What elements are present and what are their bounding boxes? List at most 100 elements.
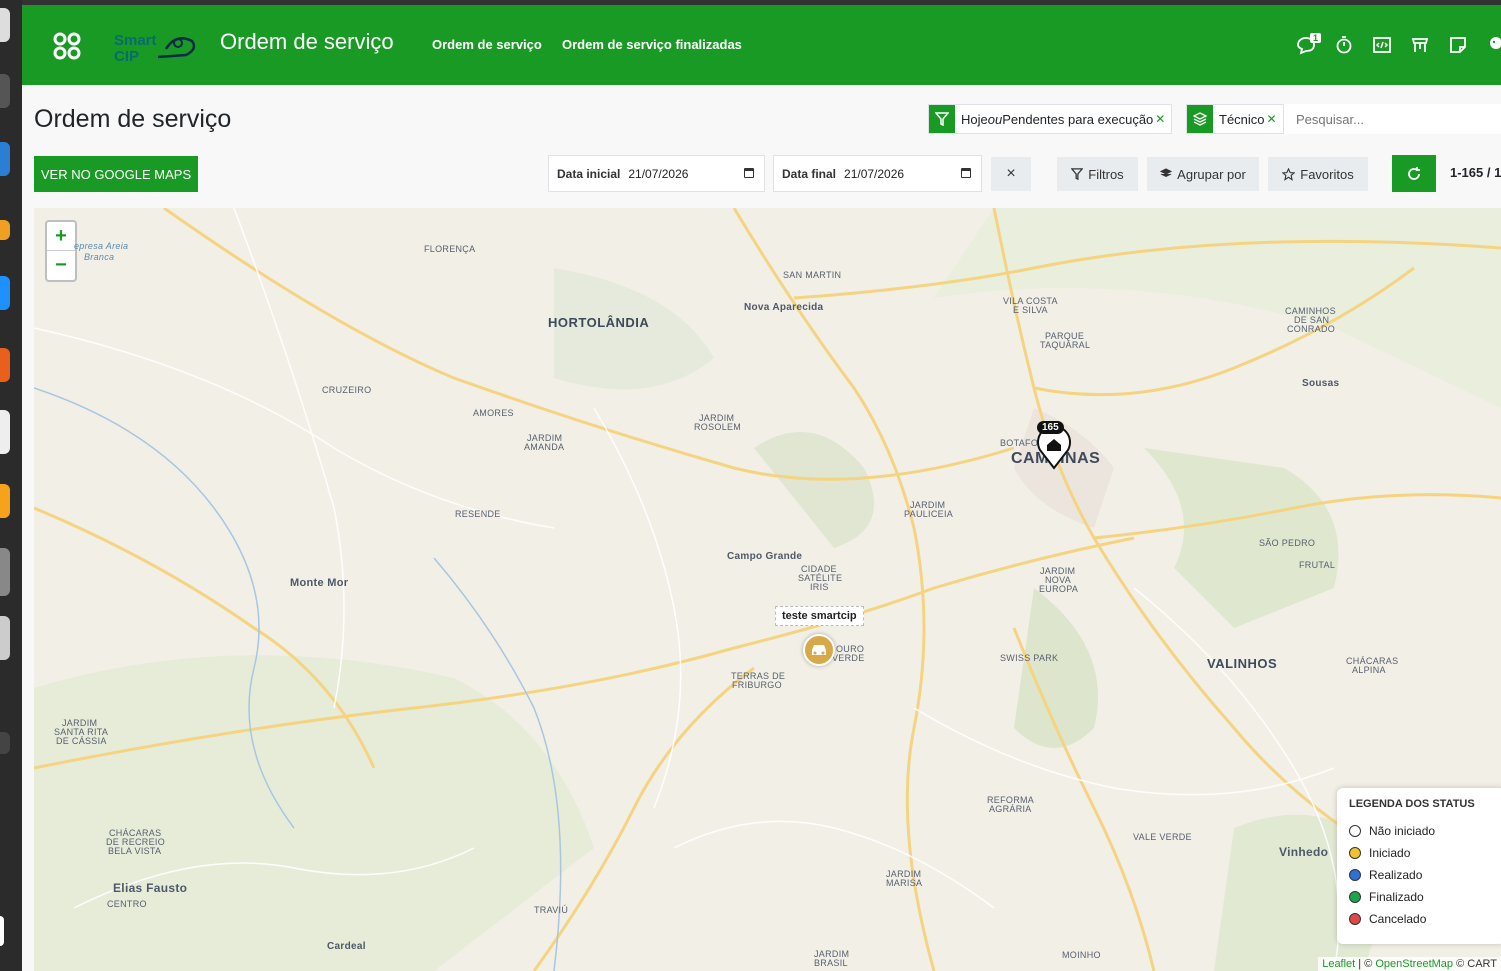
calendar-icon[interactable] <box>744 168 754 178</box>
date-start-label: Data inicial <box>557 166 621 181</box>
map-label: FRUTAL <box>1299 560 1336 570</box>
svg-text:Smart: Smart <box>114 32 157 49</box>
group-by-label: Agrupar por <box>1177 166 1246 182</box>
legend-title: LEGENDA DOS STATUS <box>1349 798 1475 810</box>
dock-app-icon[interactable] <box>0 8 10 42</box>
dock-app-icon[interactable] <box>0 74 10 108</box>
map-label: E SILVA <box>1013 305 1048 315</box>
map-label: Sousas <box>1302 378 1340 389</box>
map-label: FRIBURGO <box>732 680 782 690</box>
group-by-button[interactable]: Agrupar por <box>1147 157 1259 191</box>
date-end-value: 21/07/2026 <box>844 166 905 181</box>
stopwatch-icon[interactable] <box>1334 35 1354 55</box>
nav-link-ordem-servico[interactable]: Ordem de serviço <box>432 37 542 52</box>
map-label: Branca <box>84 252 115 262</box>
code-window-icon[interactable] <box>1372 35 1392 55</box>
star-icon <box>1282 167 1296 181</box>
map-label: Vinhedo <box>1279 845 1329 859</box>
dock-app-icon[interactable] <box>0 220 10 240</box>
status-dot-icon <box>1349 847 1361 859</box>
map-label: SWISS PARK <box>1000 653 1059 663</box>
map-label: CONRADO <box>1287 324 1336 334</box>
refresh-button[interactable] <box>1392 155 1436 192</box>
note-icon[interactable] <box>1448 35 1468 55</box>
dock-app-icon[interactable] <box>0 484 10 518</box>
layers-icon <box>1187 105 1213 133</box>
search-input[interactable] <box>1284 104 1501 134</box>
zoom-in-button[interactable]: + <box>47 222 75 251</box>
filters-button[interactable]: Filtros <box>1057 157 1138 191</box>
map-label: Elias Fausto <box>113 881 188 895</box>
google-maps-button[interactable]: VER NO GOOGLE MAPS <box>34 156 198 192</box>
search-facet-filter[interactable]: Hoje ou Pendentes para execução ✕ <box>928 104 1173 134</box>
dock-app-icon[interactable] <box>0 548 10 596</box>
map-label: BRASIL <box>814 958 848 968</box>
map-label: FLORENÇA <box>424 244 476 254</box>
legend-item: Cancelado <box>1349 908 1493 930</box>
dock-app-icon[interactable] <box>0 348 10 382</box>
facet-remove-icon[interactable]: ✕ <box>1155 112 1165 126</box>
calendar-icon[interactable] <box>961 168 971 178</box>
app-title: Ordem de serviço <box>220 29 394 54</box>
date-start-field[interactable]: Data inicial 21/07/2026 <box>548 155 765 192</box>
os-dock <box>0 0 22 971</box>
filter-icon <box>929 105 955 133</box>
pager[interactable]: 1-165 / 1 <box>1450 165 1501 180</box>
map-label: VALINHOS <box>1207 656 1278 671</box>
dock-app-icon[interactable] <box>0 732 10 754</box>
facet-value: Hoje <box>961 111 988 127</box>
map-view[interactable]: + − epresa Areia Branca FLORENÇA SAN MAR… <box>34 208 1501 971</box>
status-dot-icon <box>1349 825 1361 837</box>
date-end-field[interactable]: Data final 21/07/2026 <box>773 155 982 192</box>
legend-item: Não iniciado <box>1349 820 1493 842</box>
map-label: EUROPA <box>1039 584 1079 594</box>
date-start-value: 21/07/2026 <box>628 166 689 181</box>
legend-item: Finalizado <box>1349 886 1493 908</box>
map-label: CRUZEIRO <box>322 385 372 395</box>
map-label: VALE VERDE <box>1133 832 1192 842</box>
map-label: Cardeal <box>327 941 366 952</box>
favorites-label: Favoritos <box>1300 166 1354 182</box>
map-label: PAULICEIA <box>904 509 954 519</box>
favorites-button[interactable]: Favoritos <box>1268 157 1368 191</box>
dock-app-icon[interactable] <box>0 142 10 176</box>
shop-icon[interactable] <box>1410 35 1430 55</box>
dock-app-icon[interactable] <box>0 916 4 946</box>
dock-app-icon[interactable] <box>0 410 10 454</box>
map-label: HORTOLÂNDIA <box>548 315 650 330</box>
cluster-count-badge[interactable]: 165 <box>1037 421 1064 434</box>
control-panel: Ordem de serviço Hoje ou Pendentes para … <box>22 85 1501 207</box>
nav-link-ordem-finalizadas[interactable]: Ordem de serviço finalizadas <box>562 37 742 52</box>
facet-remove-icon[interactable]: ✕ <box>1267 112 1277 126</box>
page-title: Ordem de serviço <box>34 105 232 133</box>
map-label: DE CÁSSIA <box>56 736 107 746</box>
osm-link[interactable]: OpenStreetMap <box>1375 958 1453 970</box>
map-label: SÃO PEDRO <box>1259 538 1316 548</box>
apps-grid-icon[interactable] <box>52 31 82 61</box>
facet-value: Pendentes para execução <box>1002 111 1154 127</box>
leaflet-link[interactable]: Leaflet <box>1322 958 1355 970</box>
clear-dates-button[interactable]: × <box>991 157 1031 191</box>
car-marker-icon[interactable] <box>803 634 835 666</box>
map-label: VERDE <box>832 653 865 663</box>
smartcip-logo[interactable]: Smart CIP <box>114 29 198 65</box>
map-label: ALPINA <box>1352 665 1386 675</box>
status-legend: LEGENDA DOS STATUS Não iniciado Iniciado… <box>1337 788 1501 944</box>
dock-app-icon[interactable] <box>0 616 10 660</box>
map-attribution: Leaflet | © OpenStreetMap © CART <box>1318 957 1501 971</box>
filter-icon <box>1071 168 1084 180</box>
layers-icon <box>1160 168 1173 178</box>
search-facet-groupby[interactable]: Técnico ✕ <box>1186 104 1284 134</box>
facet-value: Técnico <box>1219 111 1265 127</box>
status-dot-icon <box>1349 913 1361 925</box>
map-label: Monte Mor <box>290 577 349 589</box>
navbar: Smart CIP Ordem de serviço Ordem de serv… <box>22 5 1501 85</box>
user-avatar-icon[interactable] <box>1486 35 1501 55</box>
map-label: MOINHO <box>1062 950 1101 960</box>
filters-label: Filtros <box>1088 166 1124 182</box>
chat-badge: 1 <box>1310 33 1322 43</box>
dock-app-icon[interactable] <box>0 276 10 310</box>
map-label: AGRÁRIA <box>989 804 1032 814</box>
zoom-out-button[interactable]: − <box>47 251 75 280</box>
date-end-label: Data final <box>782 166 837 181</box>
